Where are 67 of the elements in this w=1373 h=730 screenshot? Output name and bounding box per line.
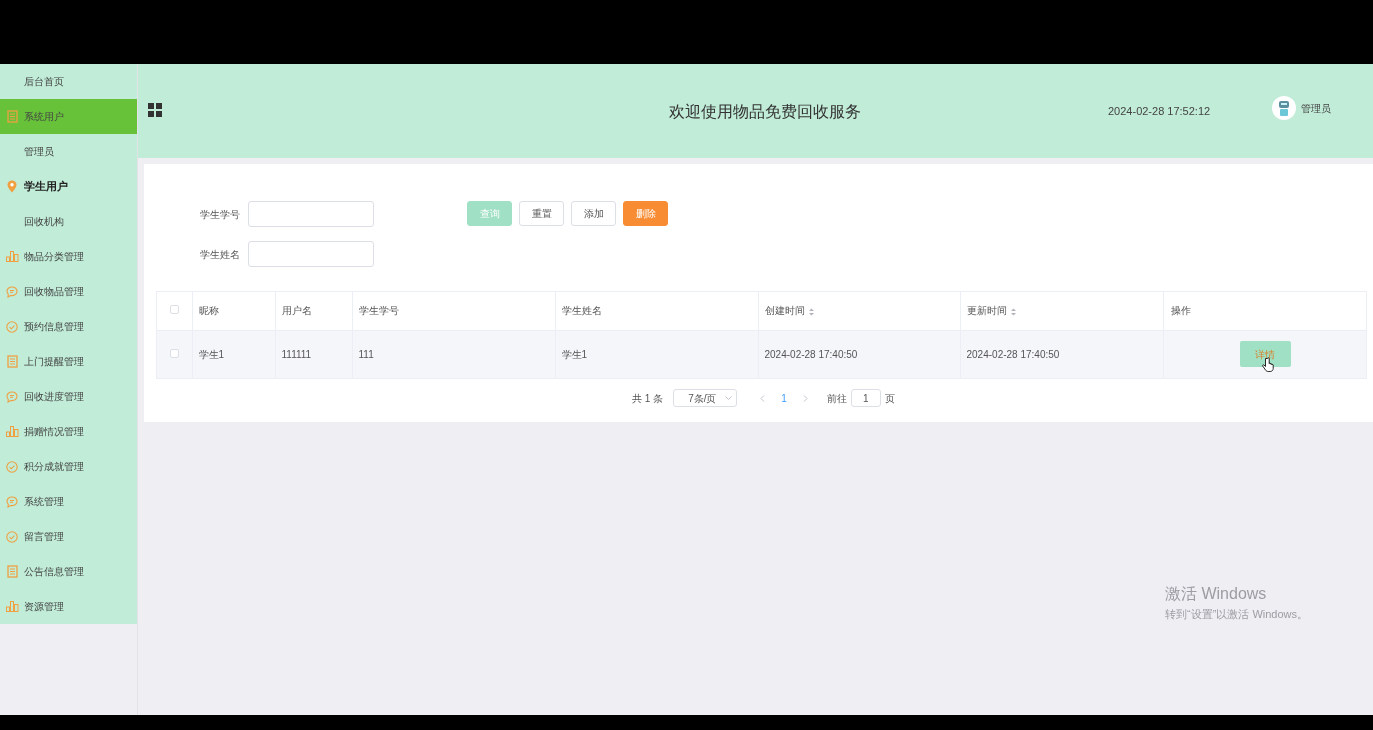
notice-text: 转到“设置”以激活 Windows。: [1165, 607, 1308, 622]
bar-chart-icon: [5, 601, 19, 612]
bar-chart-icon: [5, 426, 19, 437]
chat-bubble-icon: [6, 285, 18, 298]
avatar-icon[interactable]: [1272, 96, 1296, 120]
chevron-down-icon: [725, 396, 733, 400]
column-header: 创建时间: [764, 305, 805, 317]
sidebar-item[interactable]: 留言管理: [0, 519, 137, 554]
bar-chart-icon: [5, 251, 19, 262]
document-icon: [6, 355, 18, 368]
datetime: 2024-02-28 17:52:12: [1108, 104, 1211, 119]
goto-label: 前往: [826, 391, 847, 406]
chat-bubble-icon: [6, 495, 18, 508]
chevron-right-icon[interactable]: [802, 394, 808, 402]
check-circle-icon: [6, 320, 18, 333]
page-suffix: 页: [884, 391, 895, 406]
page-title: 欢迎使用物品免费回收服务: [669, 102, 861, 122]
sidebar-item[interactable]: 回收进度管理: [0, 379, 137, 414]
sidebar-item[interactable]: 学生用户: [0, 169, 137, 204]
sidebar-item[interactable]: 回收机构: [0, 204, 137, 239]
total-count: 共 1 条: [632, 391, 664, 406]
chevron-left-icon[interactable]: [760, 394, 766, 402]
input-field[interactable]: [248, 201, 374, 227]
user-name[interactable]: 管理员: [1301, 100, 1331, 116]
table-cell: 111: [358, 348, 374, 360]
sidebar-item[interactable]: 物品分类管理: [0, 239, 137, 274]
field-label: 学生学号: [199, 207, 240, 222]
table-cell: 学生1: [561, 348, 588, 360]
table-cell: 2024-02-28 17:40:50: [966, 348, 1060, 360]
check-circle-icon: [6, 460, 18, 473]
field-label: 学生姓名: [199, 247, 240, 262]
sidebar-item[interactable]: 上门提醒管理: [0, 344, 137, 379]
column-header: 更新时间: [966, 305, 1007, 317]
column-header: 学生学号: [358, 305, 399, 317]
table-cell: 2024-02-28 17:40:50: [764, 348, 858, 360]
column-header: 昵称: [198, 305, 219, 317]
column-header: 学生姓名: [561, 305, 602, 317]
input-field[interactable]: [248, 241, 374, 267]
chat-bubble-icon: [6, 390, 18, 403]
document-icon: [6, 110, 18, 123]
column-header: 操作: [1170, 305, 1191, 317]
sidebar-item[interactable]: 系统管理: [0, 484, 137, 519]
column-header: 用户名: [281, 305, 312, 317]
sort-icon[interactable]: [1010, 307, 1016, 316]
location-pin-icon: [7, 180, 17, 193]
document-icon: [6, 565, 18, 578]
grid-icon[interactable]: [148, 103, 162, 117]
sidebar-item[interactable]: 回收物品管理: [0, 274, 137, 309]
sidebar-item[interactable]: 预约信息管理: [0, 309, 137, 344]
notice-title: 激活 Windows: [1165, 584, 1268, 604]
sort-icon[interactable]: [808, 307, 814, 316]
checkbox[interactable]: [169, 305, 179, 315]
page-size-select[interactable]: 7条/页: [673, 389, 738, 407]
action-button[interactable]: 重置: [519, 201, 564, 226]
sidebar-item[interactable]: 积分成就管理: [0, 449, 137, 484]
table-cell: 111111: [281, 348, 312, 360]
check-circle-icon: [6, 530, 18, 543]
sidebar-item[interactable]: 公告信息管理: [0, 554, 137, 589]
checkbox[interactable]: [169, 348, 179, 358]
sidebar-item[interactable]: 资源管理: [0, 589, 137, 624]
sidebar-item[interactable]: 系统用户: [0, 99, 137, 134]
page-input[interactable]: 1: [850, 389, 881, 407]
action-button[interactable]: 添加: [571, 201, 616, 226]
sidebar-item[interactable]: 后台首页: [0, 64, 137, 99]
sidebar-item[interactable]: 捐赠情况管理: [0, 414, 137, 449]
sidebar-item[interactable]: 管理员: [0, 134, 137, 169]
table-cell: 学生1: [198, 348, 225, 360]
